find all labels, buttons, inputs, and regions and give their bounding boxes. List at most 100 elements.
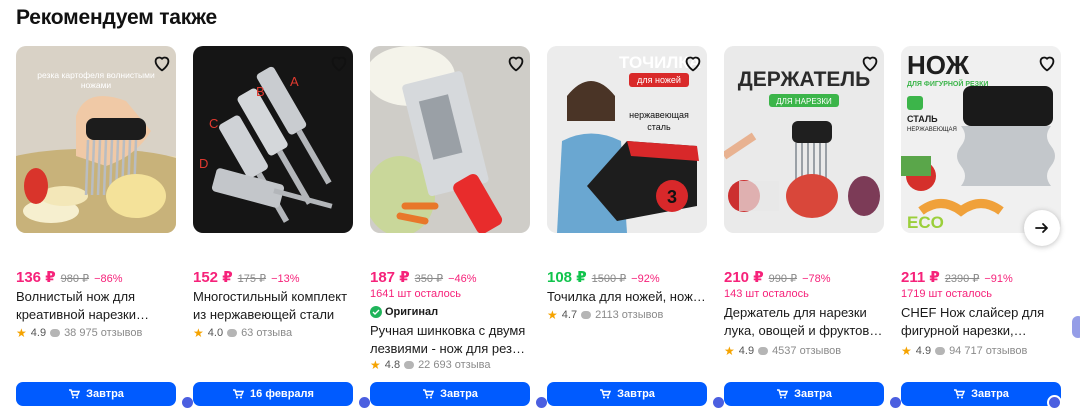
premium-badge-icon	[1047, 395, 1062, 410]
rating-row: ★ 4.9 94 717 отзывов	[901, 344, 1027, 358]
delivery-button[interactable]: 16 февраля	[193, 382, 353, 406]
product-name-line2[interactable]: лезвиями - нож для резки…	[370, 340, 530, 358]
delivery-button[interactable]: Завтра	[901, 382, 1061, 406]
old-price: 350 ₽	[414, 273, 444, 285]
svg-text:D: D	[199, 156, 208, 171]
price: 152 ₽	[193, 269, 233, 286]
favorite-button[interactable]	[680, 50, 706, 76]
cart-icon	[777, 389, 789, 399]
price-row: 108 ₽ 1500 ₽ −92%	[547, 268, 660, 286]
product-name-line1[interactable]: Волнистый нож для	[16, 288, 176, 306]
discount: −86%	[94, 273, 123, 285]
product-card[interactable]: резка картофеля волнистыми ножами 136 ₽ …	[16, 46, 195, 410]
carousel-next-button[interactable]	[1024, 210, 1060, 246]
svg-text:B: B	[256, 84, 265, 99]
product-name-line2[interactable]: лука, овощей и фруктов,…	[724, 322, 884, 340]
check-icon	[370, 306, 382, 318]
product-card[interactable]: A B C D 152 ₽ 175 ₽ −13% Многостильный к…	[193, 46, 372, 410]
svg-text:для ножей: для ножей	[637, 75, 681, 85]
favorite-button[interactable]	[149, 50, 175, 76]
price: 187 ₽	[370, 269, 410, 286]
discount: −46%	[448, 273, 477, 285]
price: 136 ₽	[16, 269, 56, 286]
delivery-label: Завтра	[794, 388, 832, 400]
arrow-right-icon	[1035, 223, 1048, 233]
discount: −13%	[271, 273, 300, 285]
star-icon: ★	[193, 326, 204, 340]
favorite-button[interactable]	[857, 50, 883, 76]
product-name-line1[interactable]: Держатель для нарезки	[724, 304, 884, 322]
star-icon: ★	[547, 308, 558, 322]
svg-text:СТАЛЬ: СТАЛЬ	[907, 114, 938, 124]
rating-value: 4.9	[30, 327, 47, 339]
stock-left: 1719 шт осталось	[901, 288, 992, 300]
heart-icon	[508, 56, 524, 72]
rating-value: 4.9	[738, 345, 755, 357]
delivery-label: Завтра	[86, 388, 124, 400]
delivery-button[interactable]: Завтра	[724, 382, 884, 406]
price: 210 ₽	[724, 269, 764, 286]
price-row: 187 ₽ 350 ₽ −46%	[370, 268, 477, 286]
reviews-icon	[50, 329, 61, 337]
product-card[interactable]: 187 ₽ 350 ₽ −46% 1641 шт осталось Оригин…	[370, 46, 549, 410]
delivery-button[interactable]: Завтра	[547, 382, 707, 406]
product-name-line2[interactable]: фигурной нарезки,…	[901, 322, 1061, 340]
cart-icon	[233, 389, 245, 399]
svg-text:сталь: сталь	[647, 122, 671, 132]
reviews-icon	[935, 347, 946, 355]
delivery-label: Завтра	[440, 388, 478, 400]
heart-icon	[154, 56, 170, 72]
product-name-line1[interactable]: Ручная шинковка с двумя	[370, 322, 530, 340]
stock-left: 1641 шт осталось	[370, 288, 461, 300]
product-name-line2[interactable]: креативной нарезки…	[16, 306, 176, 324]
star-icon: ★	[370, 358, 381, 372]
rating-row: ★ 4.7 2113 отзывов	[547, 308, 663, 322]
old-price: 990 ₽	[768, 273, 798, 285]
rating-row: ★ 4.9 4537 отзывов	[724, 344, 841, 358]
rating-value: 4.0	[207, 327, 224, 339]
svg-text:ножами: ножами	[81, 80, 112, 90]
price: 211 ₽	[901, 269, 940, 286]
favorite-button[interactable]	[503, 50, 529, 76]
rating-row: ★ 4.9 38 975 отзывов	[16, 326, 142, 340]
reviews-icon	[404, 361, 415, 369]
svg-text:резка картофеля волнистыми: резка картофеля волнистыми	[37, 70, 155, 80]
reviews-icon	[227, 329, 238, 337]
delivery-label: Завтра	[617, 388, 655, 400]
old-price: 1500 ₽	[591, 273, 627, 285]
delivery-label: Завтра	[971, 388, 1009, 400]
reviews-count: 63 отзыва	[241, 327, 293, 339]
cart-icon	[600, 389, 612, 399]
price: 108 ₽	[547, 269, 587, 286]
star-icon: ★	[16, 326, 27, 340]
cart-icon	[423, 389, 435, 399]
favorite-button[interactable]	[326, 50, 352, 76]
side-widget-icon[interactable]	[1072, 316, 1080, 338]
section-title: Рекомендуем также	[16, 6, 217, 29]
product-card[interactable]: ТОЧИЛКА для ножей нержавеющая сталь 3 10…	[547, 46, 726, 410]
reviews-icon	[581, 311, 592, 319]
reviews-count: 22 693 отзыва	[418, 359, 491, 371]
discount: −91%	[984, 273, 1013, 285]
svg-text:нержавеющая: нержавеющая	[629, 110, 689, 120]
old-price: 980 ₽	[60, 273, 90, 285]
product-name-line1[interactable]: Многостильный комплект	[193, 288, 353, 306]
old-price: 175 ₽	[237, 273, 267, 285]
delivery-button[interactable]: Завтра	[16, 382, 176, 406]
product-name-line1[interactable]: CHEF Нож слайсер для	[901, 304, 1061, 322]
star-icon: ★	[724, 344, 735, 358]
old-price: 2390 ₽	[944, 273, 980, 285]
cart-icon	[69, 389, 81, 399]
rating-row: ★ 4.8 22 693 отзыва	[370, 358, 490, 372]
product-name-line1[interactable]: Точилка для ножей, ножниц	[547, 288, 707, 306]
rating-value: 4.8	[384, 359, 401, 371]
svg-text:НЕРЖАВЕЮЩАЯ: НЕРЖАВЕЮЩАЯ	[907, 127, 957, 133]
favorite-button[interactable]	[1034, 50, 1060, 76]
original-badge: Оригинал	[370, 306, 438, 318]
svg-text:ДЕРЖАТЕЛЬ: ДЕРЖАТЕЛЬ	[738, 68, 870, 91]
reviews-count: 2113 отзывов	[595, 309, 664, 321]
delivery-button[interactable]: Завтра	[370, 382, 530, 406]
product-card[interactable]: ДЕРЖАТЕЛЬ ДЛЯ НАРЕЗКИ 210 ₽ 990 ₽ −78% 1…	[724, 46, 903, 410]
product-name-line2[interactable]: из нержавеющей стали	[193, 306, 353, 324]
svg-text:ДЛЯ НАРЕЗКИ: ДЛЯ НАРЕЗКИ	[776, 97, 832, 106]
